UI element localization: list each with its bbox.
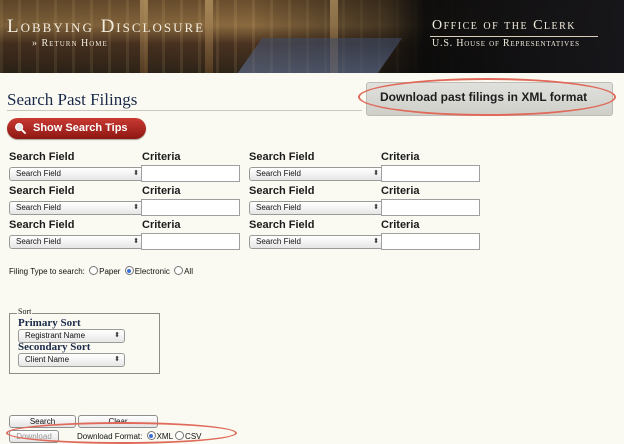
- radio-all[interactable]: [174, 266, 184, 275]
- house-subtitle: U.S. House of Representatives: [432, 38, 580, 49]
- page-title: Search Past Filings: [7, 90, 138, 109]
- office-title[interactable]: Office of the Clerk: [432, 18, 576, 34]
- radio-electronic-label: Electronic: [134, 267, 170, 276]
- search-field-header: Search Field: [249, 219, 315, 231]
- criteria-header: Criteria: [142, 151, 181, 163]
- criteria-input[interactable]: [141, 199, 240, 216]
- search-field-header: Search Field: [9, 151, 75, 163]
- sort-legend: Sort: [17, 307, 33, 316]
- title-divider: [7, 110, 362, 111]
- select-arrows-icon: ⬍: [133, 238, 139, 245]
- radio-electronic[interactable]: [124, 266, 134, 275]
- criteria-input[interactable]: [381, 165, 480, 182]
- select-arrows-icon: ⬍: [373, 238, 379, 245]
- search-field-select[interactable]: Search Field ⬍: [9, 201, 144, 215]
- criteria-input[interactable]: [141, 233, 240, 250]
- search-field-header: Search Field: [9, 185, 75, 197]
- filing-type-label: Filing Type to search:: [9, 267, 85, 276]
- select-arrows-icon: ⬍: [114, 356, 120, 363]
- search-field-header: Search Field: [249, 151, 315, 163]
- select-arrows-icon: ⬍: [373, 204, 379, 211]
- primary-sort-label: Primary Sort: [18, 317, 81, 329]
- criteria-header: Criteria: [381, 185, 420, 197]
- select-arrows-icon: ⬍: [133, 204, 139, 211]
- select-arrows-icon: ⬍: [373, 170, 379, 177]
- highlight-ellipse: [358, 78, 616, 116]
- banner-column: [205, 0, 213, 73]
- criteria-header: Criteria: [142, 185, 181, 197]
- select-arrows-icon: ⬍: [114, 332, 120, 339]
- hall-floor: [237, 38, 403, 73]
- search-field-header: Search Field: [249, 185, 315, 197]
- radio-paper[interactable]: [89, 266, 99, 275]
- show-search-tips-label: Show Search Tips: [33, 122, 128, 134]
- header-banner: Lobbying Disclosure » Return Home Office…: [0, 0, 624, 73]
- highlight-ellipse: [6, 422, 237, 444]
- search-field-select[interactable]: Search Field ⬍: [249, 201, 384, 215]
- secondary-sort-label: Secondary Sort: [18, 341, 91, 353]
- filing-type-group: Filing Type to search: Paper Electronic …: [9, 266, 193, 276]
- secondary-sort-select[interactable]: Client Name ⬍: [18, 353, 125, 367]
- criteria-header: Criteria: [381, 219, 420, 231]
- search-field-header: Search Field: [9, 219, 75, 231]
- search-field-select[interactable]: Search Field ⬍: [9, 167, 144, 181]
- select-arrows-icon: ⬍: [133, 170, 139, 177]
- show-search-tips-button[interactable]: Show Search Tips: [7, 118, 146, 139]
- search-field-select[interactable]: Search Field ⬍: [249, 167, 384, 181]
- criteria-input[interactable]: [381, 199, 480, 216]
- radio-all-label: All: [184, 267, 193, 276]
- magnifier-icon: [15, 123, 27, 135]
- radio-paper-label: Paper: [99, 267, 121, 276]
- banner-divider: [430, 36, 598, 37]
- criteria-header: Criteria: [381, 151, 420, 163]
- criteria-input[interactable]: [141, 165, 240, 182]
- search-field-select[interactable]: Search Field ⬍: [9, 235, 144, 249]
- search-field-select[interactable]: Search Field ⬍: [249, 235, 384, 249]
- criteria-header: Criteria: [142, 219, 181, 231]
- return-home-link[interactable]: » Return Home: [32, 38, 108, 49]
- site-title[interactable]: Lobbying Disclosure: [7, 16, 205, 38]
- criteria-input[interactable]: [381, 233, 480, 250]
